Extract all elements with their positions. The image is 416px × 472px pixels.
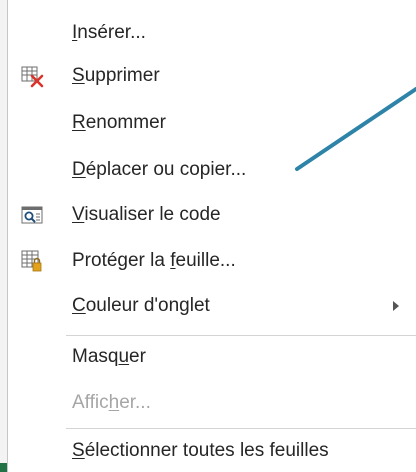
menu-item-view-code[interactable]: Visualiser le code (8, 193, 416, 237)
menu-item-label: Renommer (72, 112, 166, 133)
submenu-arrow-icon (393, 301, 399, 311)
menu-item-label: Insérer... (72, 22, 146, 43)
menu-item-rename[interactable]: Renommer (8, 101, 416, 145)
menu-item-label: Supprimer (72, 65, 160, 86)
menu-item-label: Visualiser le code (72, 204, 221, 225)
menu-item-label: Sélectionner toutes les feuilles (72, 440, 329, 461)
menu-item-label: Couleur d'onglet (72, 295, 210, 316)
menu-item-protect-sheet[interactable]: Protéger la feuille... (8, 239, 416, 283)
menu-item-label: Afficher... (72, 392, 151, 413)
protect-sheet-icon (20, 249, 44, 273)
view-code-icon (20, 203, 44, 227)
sheet-tab-context-menu: Insérer... Supprimer Renommer Déplacer o… (7, 0, 416, 472)
sheet-tab-edge (0, 463, 7, 472)
menu-item-insert[interactable]: Insérer... (8, 11, 416, 55)
menu-item-move-copy[interactable]: Déplacer ou copier... (8, 148, 416, 192)
menu-item-label: Déplacer ou copier... (72, 159, 247, 180)
menu-item-label: Protéger la feuille... (72, 250, 236, 271)
context-menu-screen: Insérer... Supprimer Renommer Déplacer o… (0, 0, 416, 472)
menu-item-tab-color[interactable]: Couleur d'onglet (8, 284, 416, 328)
delete-sheet-icon (20, 64, 44, 88)
menu-item-unhide: Afficher... (8, 381, 416, 425)
menu-item-select-all-sheets[interactable]: Sélectionner toutes les feuilles (8, 429, 416, 472)
menu-item-label: Masquer (72, 346, 146, 367)
menu-item-delete[interactable]: Supprimer (8, 54, 416, 98)
sheet-edge (0, 0, 7, 472)
menu-item-hide[interactable]: Masquer (8, 335, 416, 379)
